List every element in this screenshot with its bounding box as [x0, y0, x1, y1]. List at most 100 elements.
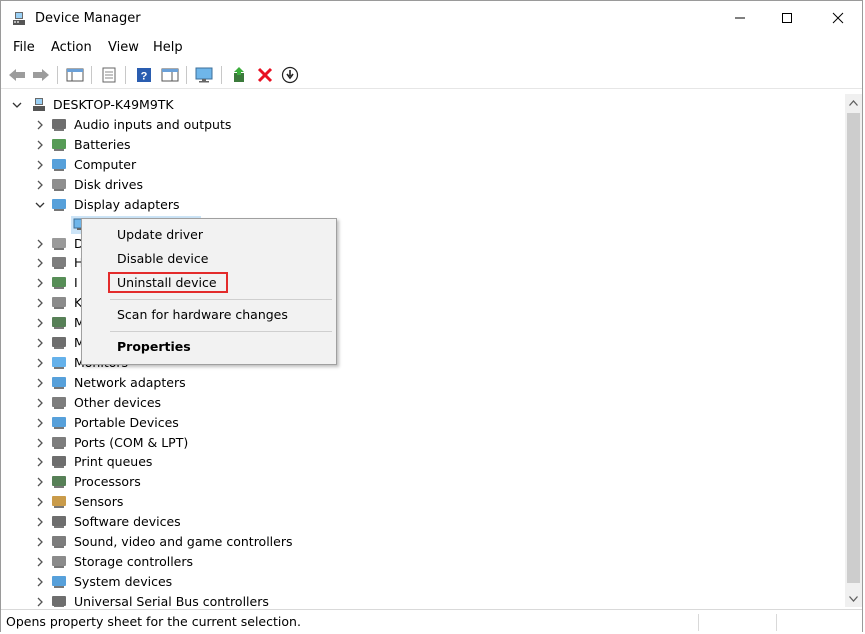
chevron-right-icon[interactable]: [34, 336, 46, 350]
tree-category-row[interactable]: System devices: [2, 572, 832, 592]
chevron-right-icon[interactable]: [34, 256, 46, 270]
show-hide-console-tree-button[interactable]: [65, 65, 85, 85]
scroll-thumb[interactable]: [847, 113, 860, 583]
chevron-right-icon[interactable]: [34, 595, 46, 607]
forward-button[interactable]: [31, 65, 51, 85]
tree-category-row[interactable]: Other devices: [2, 393, 832, 413]
chevron-right-icon[interactable]: [34, 515, 46, 529]
tree-category-label: Computer: [74, 156, 137, 172]
monitor-display-icon: [195, 67, 213, 83]
tree-category-row[interactable]: Sensors: [2, 492, 832, 512]
toolbar-separator: [57, 66, 58, 84]
close-button[interactable]: [815, 1, 861, 35]
tree-category-row[interactable]: Universal Serial Bus controllers: [2, 592, 832, 607]
scroll-down-button[interactable]: [845, 590, 862, 607]
properties-button[interactable]: [99, 65, 119, 85]
chevron-down-icon[interactable]: [11, 98, 23, 112]
storage-controller-icon: [52, 555, 66, 568]
chevron-right-icon[interactable]: [34, 555, 46, 569]
ctx-scan-hardware[interactable]: Scan for hardware changes: [117, 307, 288, 322]
help-icon: ?: [137, 68, 151, 83]
device-manager-app-icon: [13, 12, 25, 25]
tree-category-row[interactable]: Portable Devices: [2, 413, 832, 433]
tree-category-row[interactable]: Display adapters: [2, 195, 832, 215]
chevron-right-icon[interactable]: [34, 475, 46, 489]
chevron-right-icon[interactable]: [34, 535, 46, 549]
title-bar[interactable]: Device Manager: [1, 1, 862, 37]
tree-category-row[interactable]: Print queues: [2, 452, 832, 472]
tree-category-row[interactable]: Sound, video and game controllers: [2, 532, 832, 552]
disk-drive-icon: [52, 178, 66, 191]
action-pane-button[interactable]: [160, 65, 180, 85]
chevron-right-icon[interactable]: [34, 396, 46, 410]
toolbar-separator: [221, 66, 222, 84]
status-divider: [776, 614, 777, 631]
menu-file[interactable]: File: [13, 40, 35, 55]
update-driver-icon: [234, 67, 244, 82]
tree-category-row[interactable]: Computer: [2, 155, 832, 175]
chevron-right-icon[interactable]: [34, 237, 46, 251]
update-driver-button[interactable]: [230, 65, 250, 85]
tree-category-label: Ports (COM & LPT): [74, 434, 189, 450]
sound-icon: [52, 536, 66, 548]
ctx-uninstall-device[interactable]: Uninstall device: [117, 275, 217, 290]
chevron-right-icon[interactable]: [34, 118, 46, 132]
action-pane-icon: [161, 68, 179, 82]
chevron-down-icon[interactable]: [34, 198, 46, 212]
tree-category-row[interactable]: Processors: [2, 472, 832, 492]
svg-text:?: ?: [141, 71, 148, 83]
monitor-button[interactable]: [194, 65, 214, 85]
chevron-right-icon[interactable]: [34, 296, 46, 310]
chevron-right-icon[interactable]: [34, 376, 46, 390]
monitor-icon: [52, 356, 66, 369]
chevron-right-icon[interactable]: [34, 356, 46, 370]
chevron-right-icon[interactable]: [34, 158, 46, 172]
ctx-properties[interactable]: Properties: [117, 339, 191, 354]
chevron-right-icon[interactable]: [34, 416, 46, 430]
status-divider: [698, 614, 699, 631]
chevron-right-icon[interactable]: [34, 178, 46, 192]
menu-view[interactable]: View: [108, 40, 139, 55]
tree-category-row[interactable]: Storage controllers: [2, 552, 832, 572]
tree-category-label: Sensors: [74, 494, 124, 510]
menu-help[interactable]: Help: [153, 40, 183, 55]
download-arrow-icon: [281, 66, 299, 84]
menu-action[interactable]: Action: [51, 40, 92, 55]
scroll-up-button[interactable]: [845, 94, 862, 111]
tree-category-row[interactable]: Network adapters: [2, 373, 832, 393]
tree-category-row[interactable]: Audio inputs and outputs: [2, 115, 832, 135]
chevron-right-icon[interactable]: [34, 575, 46, 589]
tree-category-row[interactable]: Batteries: [2, 135, 832, 155]
tree-root-computer[interactable]: DESKTOP-K49M9TK: [2, 95, 832, 115]
menu-bar: File Action View Help: [1, 38, 862, 58]
tree-category-label: Processors: [74, 474, 141, 490]
chevron-right-icon[interactable]: [34, 436, 46, 450]
help-button[interactable]: ?: [134, 65, 154, 85]
context-menu-separator: [110, 331, 332, 332]
memory-device-icon: [52, 317, 66, 330]
scan-hardware-button[interactable]: [280, 65, 300, 85]
uninstall-device-button[interactable]: [255, 65, 275, 85]
tree-category-label: Network adapters: [74, 374, 186, 390]
battery-icon: [52, 138, 66, 151]
chevron-right-icon[interactable]: [34, 455, 46, 469]
ctx-disable-device[interactable]: Disable device: [117, 251, 208, 266]
back-arrow-icon: [9, 69, 25, 81]
tree-category-label: Print queues: [74, 454, 153, 470]
chevron-right-icon[interactable]: [34, 276, 46, 290]
tree-category-row[interactable]: Software devices: [2, 512, 832, 532]
minimize-button[interactable]: [717, 1, 763, 35]
close-icon: [832, 12, 844, 24]
ctx-update-driver[interactable]: Update driver: [117, 227, 203, 242]
properties-sheet-icon: [102, 67, 116, 83]
tree-category-label: I: [74, 275, 78, 291]
vertical-scrollbar[interactable]: [845, 94, 862, 607]
chevron-right-icon[interactable]: [34, 316, 46, 330]
back-button[interactable]: [7, 65, 27, 85]
context-menu-separator: [110, 299, 332, 300]
tree-category-row[interactable]: Disk drives: [2, 175, 832, 195]
chevron-right-icon[interactable]: [34, 138, 46, 152]
maximize-button[interactable]: [764, 1, 810, 35]
tree-category-row[interactable]: Ports (COM & LPT): [2, 433, 832, 453]
chevron-right-icon[interactable]: [34, 495, 46, 509]
